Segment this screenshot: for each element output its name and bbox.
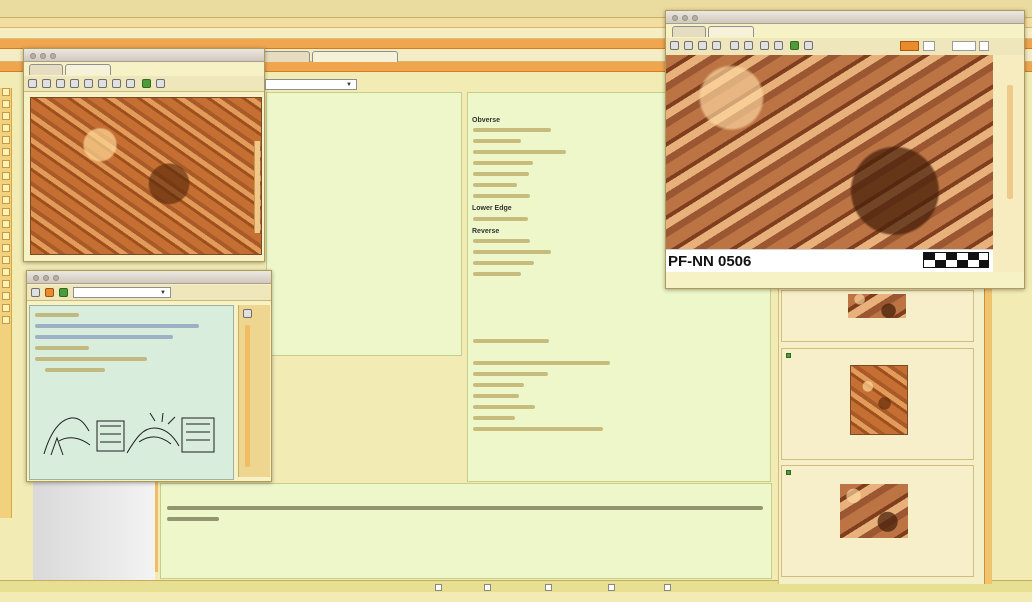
search-icon[interactable] — [28, 79, 37, 88]
right-viewer-scrollbar[interactable] — [1007, 85, 1013, 199]
settings-icon[interactable] — [243, 309, 252, 318]
seal-dropdown[interactable]: ▼ — [73, 287, 171, 298]
fit-window-icon[interactable] — [156, 79, 165, 88]
vertical-tab[interactable] — [2, 208, 10, 216]
seal-content — [29, 305, 234, 480]
color-picker[interactable] — [900, 41, 919, 51]
rotate-right-icon[interactable] — [774, 41, 783, 50]
vertical-tab[interactable] — [2, 100, 10, 108]
vertical-tab[interactable] — [2, 196, 10, 204]
card-icon — [786, 353, 791, 358]
tab-image[interactable] — [29, 64, 63, 75]
vertical-tab[interactable] — [2, 160, 10, 168]
seal-titlebar — [27, 271, 271, 284]
tab-image[interactable] — [672, 26, 706, 37]
vertical-tab[interactable] — [2, 172, 10, 180]
section-obverse: Obverse — [472, 117, 501, 124]
zoom-out-icon[interactable] — [98, 79, 107, 88]
section-lower-edge: Lower Edge — [472, 205, 512, 212]
save-icon[interactable] — [42, 79, 51, 88]
vertical-tab[interactable] — [2, 280, 10, 288]
vertical-tab[interactable] — [2, 148, 10, 156]
zoom-in-icon[interactable] — [84, 79, 93, 88]
tablet-photo[interactable] — [666, 55, 993, 249]
photo-caption: PF-NN 0506 — [668, 253, 752, 270]
thumbnail-card[interactable] — [781, 465, 974, 577]
seal-scrollbar[interactable] — [245, 325, 250, 467]
checkbox[interactable] — [608, 584, 615, 591]
vertical-tab[interactable] — [2, 184, 10, 192]
color-swatch-icon[interactable] — [142, 79, 151, 88]
card-icon — [786, 470, 791, 475]
print-preview-icon[interactable] — [712, 41, 721, 50]
tab-description[interactable] — [708, 26, 754, 37]
vertical-tab[interactable] — [2, 256, 10, 264]
viewer-scrollbar[interactable] — [254, 141, 260, 233]
vertical-tab[interactable] — [2, 124, 10, 132]
vertical-tab[interactable] — [2, 136, 10, 144]
vertical-tab[interactable] — [2, 220, 10, 228]
vertical-tab[interactable] — [2, 292, 10, 300]
tab-description[interactable] — [65, 64, 111, 75]
color-swatch-icon[interactable] — [59, 288, 68, 297]
save-icon[interactable] — [684, 41, 693, 50]
checkbox[interactable] — [484, 584, 491, 591]
section-reverse: Reverse — [472, 228, 500, 235]
vertical-tab[interactable] — [2, 304, 10, 312]
checkbox[interactable] — [435, 584, 442, 591]
thumbnail-image[interactable] — [848, 294, 906, 318]
rotate-left-icon[interactable] — [112, 79, 121, 88]
right-image-viewer: PF-NN 0506 — [665, 10, 1025, 289]
photo-caption-bar: PF-NN 0506 — [666, 249, 993, 272]
seal-window: ▼ — [26, 270, 272, 482]
rotate-left-icon[interactable] — [760, 41, 769, 50]
top-tab-1[interactable] — [262, 51, 310, 62]
right-viewer-titlebar — [666, 11, 1024, 24]
left-viewer-toolbar — [24, 76, 264, 92]
left-image-viewer — [23, 48, 265, 262]
zoom-in-icon[interactable] — [730, 41, 739, 50]
zoom-out-icon[interactable] — [744, 41, 753, 50]
left-list — [33, 480, 155, 592]
thumbnail-card[interactable] — [781, 348, 974, 460]
chevron-down-icon: ▼ — [346, 82, 352, 88]
print-icon[interactable] — [698, 41, 707, 50]
viewer-titlebar — [24, 49, 264, 62]
checkbox[interactable] — [545, 584, 552, 591]
scale-bar — [923, 252, 989, 268]
content-panel-left — [266, 92, 462, 356]
thumbnail-image[interactable] — [840, 484, 908, 538]
vertical-tab[interactable] — [2, 316, 10, 324]
search-icon[interactable] — [670, 41, 679, 50]
vertical-tab[interactable] — [2, 244, 10, 252]
tablet-edge-image[interactable] — [30, 97, 262, 255]
zoom-stepper[interactable] — [979, 41, 989, 51]
seal-impression-drawing[interactable] — [38, 410, 224, 464]
rotate-right-icon[interactable] — [126, 79, 135, 88]
vertical-tab[interactable] — [2, 112, 10, 120]
save-icon[interactable] — [45, 288, 54, 297]
zoom-value-field[interactable] — [952, 41, 976, 51]
bottom-panel — [160, 483, 772, 579]
chevron-down-icon: ▼ — [160, 290, 166, 296]
seal-toolbar: ▼ — [27, 285, 271, 301]
fit-window-icon[interactable] — [804, 41, 813, 50]
checkbox[interactable] — [664, 584, 671, 591]
color-swatch-icon[interactable] — [790, 41, 799, 50]
thumbnail-image[interactable] — [850, 365, 908, 435]
vertical-tab[interactable] — [2, 232, 10, 240]
top-tab-2[interactable] — [312, 51, 398, 62]
print-icon[interactable] — [31, 288, 40, 297]
print-icon[interactable] — [56, 79, 65, 88]
vertical-tab[interactable] — [2, 88, 10, 96]
thumbnail-card[interactable] — [781, 290, 974, 342]
print-preview-icon[interactable] — [70, 79, 79, 88]
mode-field[interactable] — [923, 41, 935, 51]
seal-side-panel — [238, 305, 270, 477]
mode-dropdown[interactable]: ▼ — [265, 79, 357, 90]
vertical-tab[interactable] — [2, 268, 10, 276]
right-viewer-toolbar — [666, 38, 1024, 56]
